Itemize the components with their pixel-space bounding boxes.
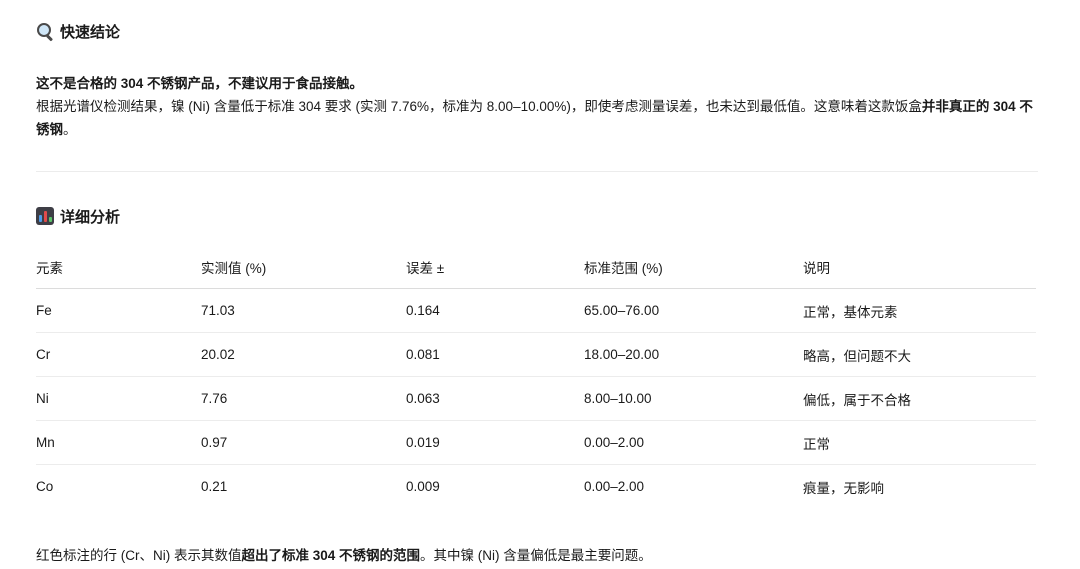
conclusion-body-part2: 。 bbox=[63, 122, 77, 137]
cell-note: 正常 bbox=[803, 420, 1036, 465]
cell-range: 0.00–2.00 bbox=[584, 479, 645, 494]
table-row: Co 0.21 0.009 0.00–2.00 痕量，无影响 bbox=[36, 465, 1036, 509]
footnote-bold: 超出了标准 304 不锈钢的范围 bbox=[241, 548, 421, 563]
cell-element: Cr bbox=[36, 332, 201, 377]
cell-element: Mn bbox=[36, 420, 201, 465]
cell-error: 0.019 bbox=[406, 420, 584, 465]
cell-measured: 0.21 bbox=[201, 479, 228, 494]
table-row: Mn 0.97 0.019 0.00–2.00 正常 bbox=[36, 420, 1036, 465]
cell-note: 正常，基体元素 bbox=[803, 288, 1036, 333]
cell-element: Ni bbox=[36, 376, 201, 421]
cell-note: 偏低，属于不合格 bbox=[803, 376, 1036, 421]
cell-measured: 20.02 bbox=[201, 332, 406, 377]
magnifier-icon bbox=[36, 22, 54, 42]
cell-range: 8.00–10.00 bbox=[584, 376, 803, 421]
table-header-row: 元素 实测值 (%) 误差 ± 标准范围 (%) 说明 bbox=[36, 246, 1036, 289]
element-analysis-table: 元素 实测值 (%) 误差 ± 标准范围 (%) 说明 Fe 71.03 0.1… bbox=[36, 246, 1036, 508]
section-divider bbox=[36, 171, 1038, 172]
quick-conclusion-title: 快速结论 bbox=[60, 23, 121, 41]
conclusion-text: 这不是合格的 304 不锈钢产品，不建议用于食品接触。 根据光谱仪检测结果，镍 … bbox=[36, 72, 1036, 141]
column-header-note: 说明 bbox=[803, 246, 1036, 289]
conclusion-headline: 这不是合格的 304 不锈钢产品，不建议用于食品接触。 bbox=[36, 76, 364, 91]
quick-conclusion-heading: 快速结论 bbox=[36, 20, 120, 42]
cell-error: 0.009 bbox=[406, 479, 440, 494]
detailed-analysis-title: 详细分析 bbox=[60, 208, 121, 226]
table-footnote: 红色标注的行 (Cr、Ni) 表示其数值超出了标准 304 不锈钢的范围。其中镍… bbox=[36, 544, 1036, 564]
cell-note: 略高，但问题不大 bbox=[803, 332, 1036, 377]
cell-error: 0.164 bbox=[406, 288, 584, 333]
cell-element: Co bbox=[36, 479, 54, 494]
cell-measured: 7.76 bbox=[201, 376, 406, 421]
conclusion-body: 根据光谱仪检测结果，镍 (Ni) 含量低于标准 304 要求 (实测 7.76%… bbox=[36, 95, 1036, 141]
cell-range: 0.00–2.00 bbox=[584, 420, 803, 465]
cell-error: 0.063 bbox=[406, 376, 584, 421]
column-header-measured: 实测值 (%) bbox=[201, 246, 406, 289]
table-row: Fe 71.03 0.164 65.00–76.00 正常，基体元素 bbox=[36, 288, 1036, 333]
cell-range: 18.00–20.00 bbox=[584, 332, 803, 377]
conclusion-body-part1: 根据光谱仪检测结果，镍 (Ni) 含量低于标准 304 要求 (实测 7.76%… bbox=[36, 99, 922, 114]
bar-chart-icon bbox=[36, 207, 54, 225]
detailed-analysis-heading: 详细分析 bbox=[36, 205, 120, 227]
footnote-part2: 。其中镍 (Ni) 含量偏低是最主要问题。 bbox=[420, 548, 652, 563]
cell-note: 痕量，无影响 bbox=[803, 480, 884, 496]
cell-element: Fe bbox=[36, 288, 201, 333]
cell-error: 0.081 bbox=[406, 332, 584, 377]
table-row: Cr 20.02 0.081 18.00–20.00 略高，但问题不大 bbox=[36, 332, 1036, 377]
column-header-element: 元素 bbox=[36, 246, 201, 289]
column-header-error: 误差 ± bbox=[406, 246, 584, 289]
cell-measured: 71.03 bbox=[201, 288, 406, 333]
cell-range: 65.00–76.00 bbox=[584, 288, 803, 333]
footnote-part1: 红色标注的行 (Cr、Ni) 表示其数值 bbox=[36, 548, 242, 563]
table-row: Ni 7.76 0.063 8.00–10.00 偏低，属于不合格 bbox=[36, 376, 1036, 421]
cell-measured: 0.97 bbox=[201, 420, 406, 465]
column-header-range: 标准范围 (%) bbox=[584, 246, 803, 289]
